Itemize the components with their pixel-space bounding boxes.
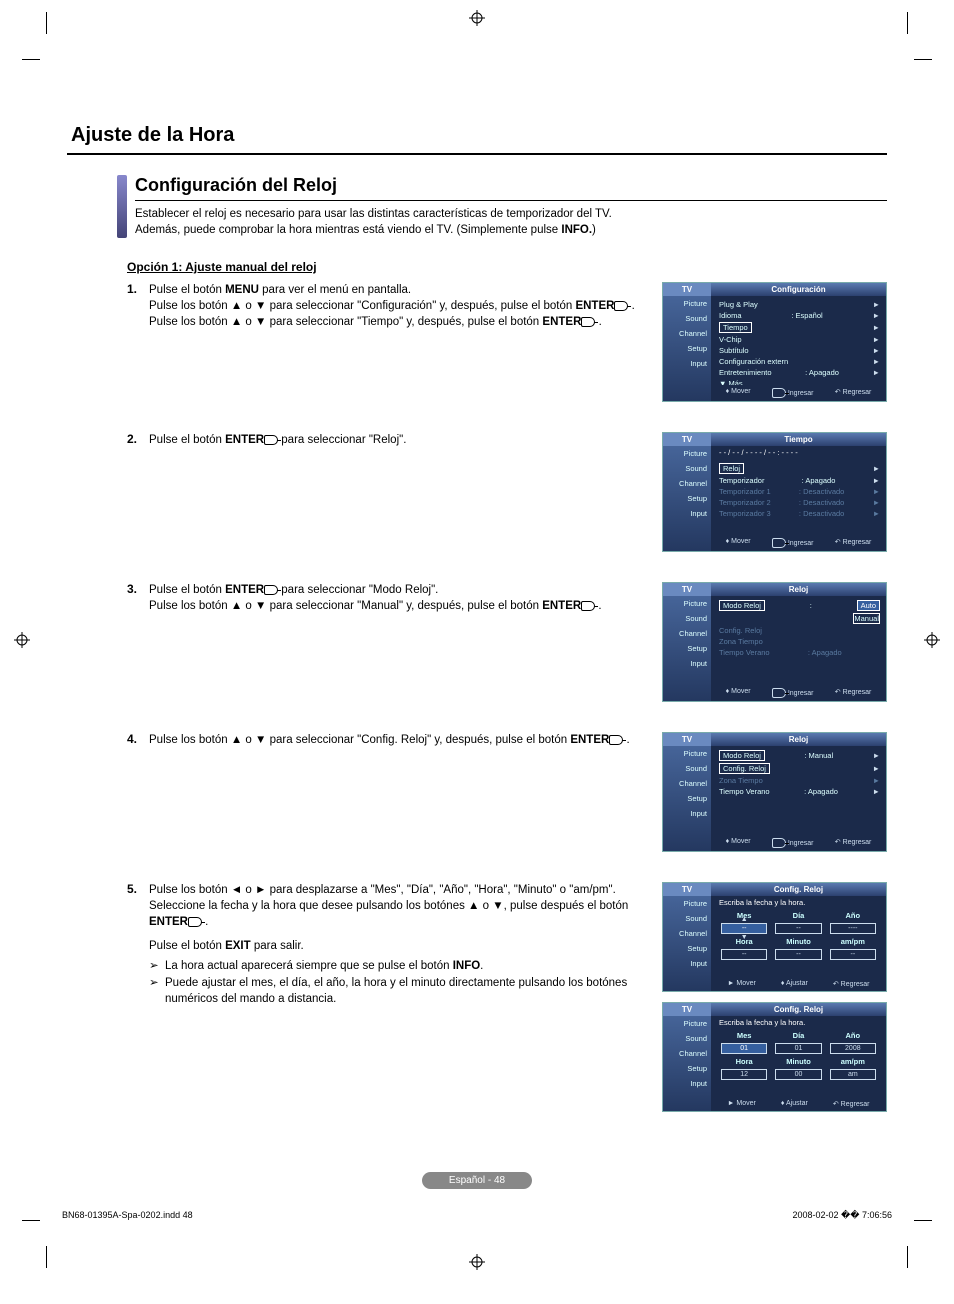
enter-icon [581, 601, 595, 611]
intro-line2-prefix: Además, puede comprobar la hora mientras… [135, 224, 561, 236]
step-number: 3. [127, 582, 149, 614]
note-item: Puede ajustar el mes, el día, el año, la… [149, 975, 648, 1007]
footer-mover: ♦ Mover [726, 388, 751, 398]
tv-menu-panel-reloj-mode: TV Picture Sound Channel Setup Input Rel… [662, 582, 887, 702]
panel-title: Reloj [711, 733, 886, 746]
crop-mark [914, 1220, 932, 1221]
enter-icon [581, 317, 595, 327]
panel-title: Configuración [711, 283, 886, 296]
footer-regresar: ↶ Regresar [835, 388, 872, 398]
footer-timestamp: 2008-02-02 �� 7:06:56 [792, 1210, 892, 1221]
panel-title: Config. Reloj [711, 883, 886, 896]
page-sub-title: Configuración del Reloj [135, 175, 887, 201]
sidebar-setup: Setup [663, 341, 711, 356]
step-number: 2. [127, 432, 149, 448]
panel-subhead: Escriba la fecha y la hora. [711, 896, 886, 909]
sidebar-input: Input [663, 356, 711, 371]
crop-mark [914, 59, 932, 60]
enter-icon [609, 735, 623, 745]
crop-mark [22, 1220, 40, 1221]
option-heading: Opción 1: Ajuste manual del reloj [127, 260, 887, 274]
footer-ingresar: Ingresar [772, 388, 814, 398]
step-text: Pulse el botón MENU para ver el menú en … [149, 282, 648, 330]
step-text: Pulse los botón ◄ o ► para desplazarse a… [149, 882, 648, 1007]
registration-mark-icon [14, 632, 30, 648]
panel-title: Reloj [711, 583, 886, 596]
crop-mark [22, 59, 40, 60]
intro-info-bold: INFO. [561, 224, 592, 236]
sidebar-sound: Sound [663, 311, 711, 326]
crop-mark [907, 12, 908, 34]
step-number: 1. [127, 282, 149, 330]
intro-text: Establecer el reloj es necesario para us… [135, 207, 887, 238]
tv-menu-panel-config-reloj-empty: TV Picture Sound Channel Setup Input Con… [662, 882, 887, 992]
panel-subhead: Escriba la fecha y la hora. [711, 1016, 886, 1029]
sidebar-picture: Picture [663, 296, 711, 311]
step-text: Pulse los botón ▲ o ▼ para seleccionar "… [149, 732, 648, 748]
sidebar-channel: Channel [663, 326, 711, 341]
tv-menu-panel-tiempo: TV Picture Sound Channel Setup Input Tie… [662, 432, 887, 552]
intro-line2-suffix: ) [592, 224, 596, 236]
crop-mark [907, 1246, 908, 1268]
enter-icon [264, 435, 278, 445]
panel-title: Tiempo [711, 433, 886, 446]
enter-icon [188, 917, 202, 927]
panel-title: Config. Reloj [711, 1003, 886, 1016]
intro-line1: Establecer el reloj es necesario para us… [135, 208, 612, 220]
step-text: Pulse el botón ENTER para seleccionar "M… [149, 582, 648, 614]
step-number: 4. [127, 732, 149, 748]
enter-icon [264, 585, 278, 595]
clock-placeholder: - - / - - / - - - - / - - : - - - - [711, 446, 886, 459]
step-number: 5. [127, 882, 149, 1007]
enter-icon [614, 301, 628, 311]
note-item: La hora actual aparecerá siempre que se … [149, 958, 648, 974]
title-accent-bar [117, 175, 127, 238]
print-footer-line: BN68-01395A-Spa-0202.indd 48 2008-02-02 … [62, 1210, 892, 1221]
sidebar-tv: TV [663, 283, 711, 296]
step-text: Pulse el botón ENTER para seleccionar "R… [149, 432, 648, 448]
tv-menu-panel-config-reloj-filled: TV Picture Sound Channel Setup Input Con… [662, 1002, 887, 1112]
registration-mark-icon [924, 632, 940, 648]
footer-file: BN68-01395A-Spa-0202.indd 48 [62, 1210, 193, 1221]
tv-menu-panel-configuracion: TV Picture Sound Channel Setup Input Con… [662, 282, 887, 402]
tv-menu-panel-reloj-config: TV Picture Sound Channel Setup Input Rel… [662, 732, 887, 852]
page-number-badge: Español - 48 [422, 1172, 532, 1189]
page-main-title: Ajuste de la Hora [67, 120, 887, 155]
